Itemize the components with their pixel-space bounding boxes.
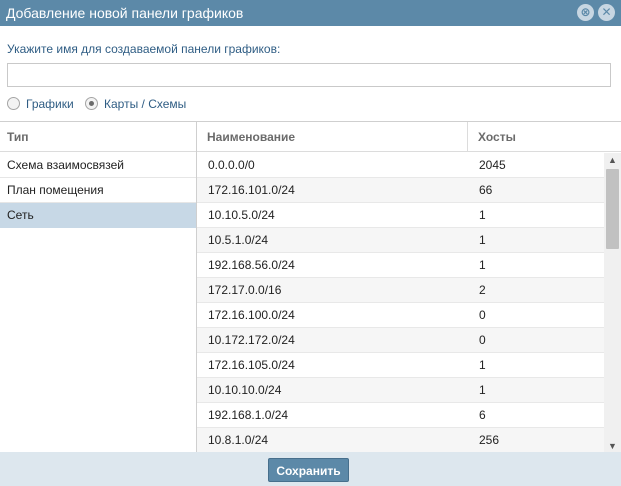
type-column-header[interactable]: Тип	[0, 122, 196, 152]
network-name-cell: 172.16.101.0/24	[208, 183, 295, 197]
table-row[interactable]: 172.17.0.0/16 2	[197, 278, 604, 303]
scrollbar-thumb[interactable]	[606, 169, 619, 249]
network-rows: 0.0.0.0/0 2045 172.16.101.0/24 66 10.10.5.…	[197, 153, 604, 453]
hosts-cell: 256	[479, 433, 500, 447]
panel-name-label: Укажите имя для создаваемой панели графи…	[7, 42, 281, 56]
close-icon[interactable]: ✕	[598, 4, 615, 21]
hosts-cell: 0	[479, 333, 486, 347]
network-name-cell: 172.17.0.0/16	[208, 283, 282, 297]
network-name-cell: 192.168.56.0/24	[208, 258, 295, 272]
network-table: Наименование Хосты 0.0.0.0/0 2045 172.16.…	[197, 122, 621, 453]
type-list: Схема взаимосвязей План помещения Сеть	[0, 153, 196, 228]
network-name-cell: 172.16.105.0/24	[208, 358, 295, 372]
table-row[interactable]: 192.168.1.0/24 6	[197, 403, 604, 428]
dialog-footer: Сохранить	[0, 452, 621, 486]
radio-graphs-label[interactable]: Графики	[26, 96, 74, 112]
hosts-cell: 6	[479, 408, 486, 422]
network-name-cell: 10.5.1.0/24	[208, 233, 269, 247]
dialog-titlebar: Добавление новой панели графиков ⊗ ✕	[0, 0, 621, 26]
hosts-cell: 0	[479, 308, 486, 322]
radio-graphs-circle[interactable]	[7, 97, 20, 110]
hosts-cell: 1	[479, 208, 486, 222]
hosts-cell: 66	[479, 183, 493, 197]
type-item-floor-plan[interactable]: План помещения	[0, 178, 196, 203]
table-row[interactable]: 10.8.1.0/24 256	[197, 428, 604, 453]
radio-maps-schemes-label[interactable]: Карты / Схемы	[104, 96, 186, 112]
network-name-cell: 10.172.172.0/24	[208, 333, 295, 347]
table-row[interactable]: 0.0.0.0/0 2045	[197, 153, 604, 178]
panel-name-input[interactable]	[7, 63, 611, 87]
radio-graphs[interactable]: Графики	[7, 96, 87, 112]
network-name-cell: 10.10.5.0/24	[208, 208, 275, 222]
name-column-header[interactable]: Наименование	[197, 122, 468, 152]
table-scrollbar[interactable]: ▲ ▼	[604, 153, 621, 453]
dialog-title: Добавление новой панели графиков	[6, 5, 244, 21]
network-name-cell: 10.8.1.0/24	[208, 433, 269, 447]
save-button[interactable]: Сохранить	[268, 458, 349, 482]
radio-maps-schemes-circle[interactable]	[85, 97, 98, 110]
hosts-cell: 2	[479, 283, 486, 297]
table-row[interactable]: 172.16.101.0/24 66	[197, 178, 604, 203]
table-row[interactable]: 10.172.172.0/24 0	[197, 328, 604, 353]
scroll-up-arrow-icon[interactable]: ▲	[604, 153, 621, 167]
table-row[interactable]: 10.10.5.0/24 1	[197, 203, 604, 228]
hosts-cell: 1	[479, 258, 486, 272]
table-row[interactable]: 172.16.100.0/24 0	[197, 303, 604, 328]
radio-maps-schemes[interactable]: Карты / Схемы	[85, 96, 215, 112]
type-item-network[interactable]: Сеть	[0, 203, 196, 228]
type-item-relationship-scheme[interactable]: Схема взаимосвязей	[0, 153, 196, 178]
network-name-cell: 172.16.100.0/24	[208, 308, 295, 322]
hosts-cell: 2045	[479, 158, 506, 172]
table-row[interactable]: 10.10.10.0/24 1	[197, 378, 604, 403]
scroll-down-arrow-icon[interactable]: ▼	[604, 439, 621, 453]
table-row[interactable]: 172.16.105.0/24 1	[197, 353, 604, 378]
network-name-cell: 192.168.1.0/24	[208, 408, 289, 422]
hosts-cell: 1	[479, 383, 486, 397]
collapse-icon[interactable]: ⊗	[577, 4, 594, 21]
hosts-column-header[interactable]: Хосты	[468, 122, 621, 152]
hosts-cell: 1	[479, 358, 486, 372]
selection-panels: Тип Схема взаимосвязей План помещения Се…	[0, 121, 621, 453]
hosts-cell: 1	[479, 233, 486, 247]
network-name-cell: 0.0.0.0/0	[208, 158, 255, 172]
table-row[interactable]: 10.5.1.0/24 1	[197, 228, 604, 253]
table-row[interactable]: 192.168.56.0/24 1	[197, 253, 604, 278]
network-name-cell: 10.10.10.0/24	[208, 383, 282, 397]
type-panel: Тип Схема взаимосвязей План помещения Се…	[0, 122, 197, 453]
